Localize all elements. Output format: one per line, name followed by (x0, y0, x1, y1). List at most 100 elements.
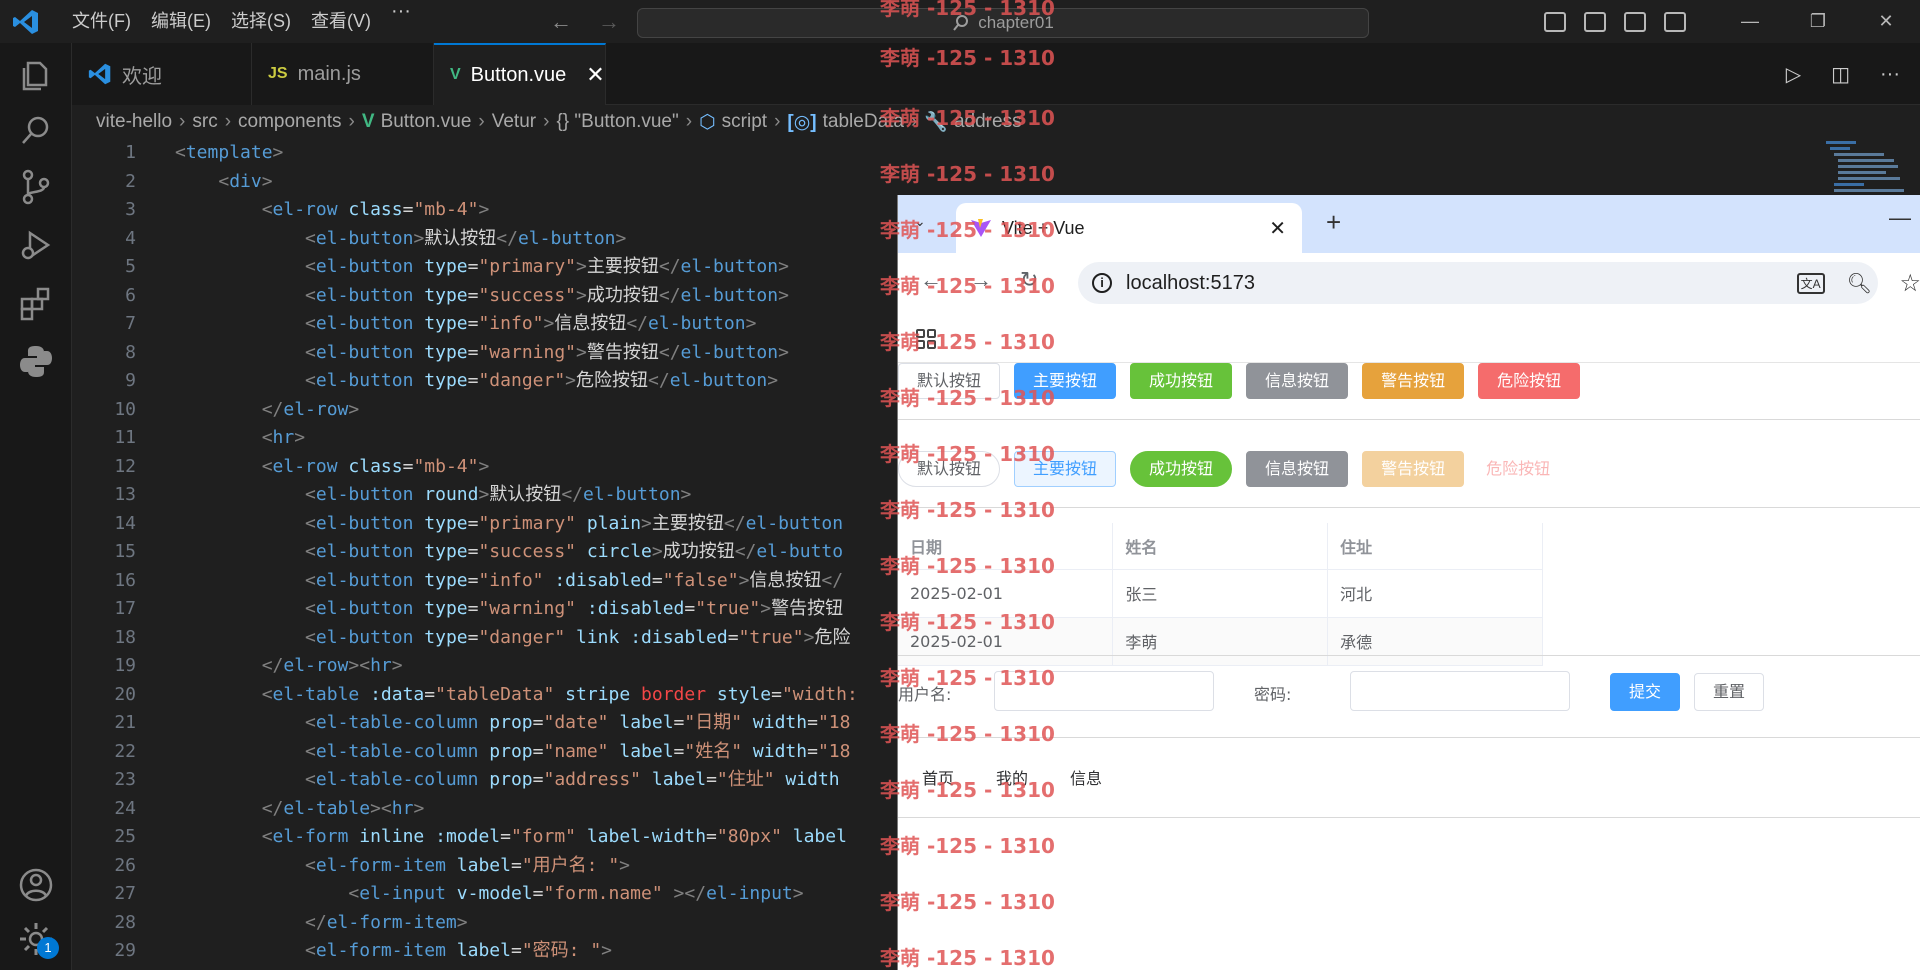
line-number: 2 (125, 170, 136, 192)
run-icon[interactable]: ▷ (1786, 62, 1801, 87)
module-icon: ⬡ (699, 111, 716, 133)
javascript-file-icon: JS (268, 65, 288, 82)
danger-button[interactable]: 危险按钮 (1478, 363, 1581, 399)
window-minimize-icon[interactable]: — (1716, 11, 1784, 32)
circle-success-button[interactable]: 成功按钮 (1130, 451, 1233, 487)
forward-arrow-icon[interactable]: → (598, 9, 620, 35)
info-button[interactable]: 信息按钮 (1246, 451, 1349, 487)
menu-file[interactable]: 文件(F) (62, 0, 141, 43)
line-number: 10 (114, 398, 136, 420)
vscode-icon (88, 63, 111, 85)
browser-minimize-icon[interactable]: — (1889, 205, 1911, 231)
tab-welcome[interactable]: 欢迎 (72, 43, 252, 105)
chevron-right-icon: › (774, 111, 781, 132)
menu-bar: 文件(F) 编辑(E) 选择(S) 查看(V) ··· (62, 0, 421, 43)
menu-selection[interactable]: 选择(S) (221, 0, 301, 43)
site-info-icon[interactable]: i (1092, 273, 1112, 293)
vscode-logo-icon (13, 9, 38, 34)
success-button[interactable]: 成功按钮 (1130, 363, 1233, 399)
watermark-text: 李萌 -125 - 1310 (880, 386, 1055, 410)
line-number: 15 (114, 541, 136, 562)
watermark-text: 李萌 -125 - 1310 (880, 218, 1055, 242)
tab-label: 欢迎 (122, 65, 162, 88)
divider (898, 817, 1920, 818)
warning-button[interactable]: 警告按钮 (1362, 363, 1465, 399)
line-number: 28 (114, 911, 136, 933)
watermark-text: 李萌 -125 - 1310 (880, 330, 1055, 354)
toggle-panel-icon[interactable] (1584, 11, 1606, 32)
line-number: 19 (114, 655, 136, 676)
submit-button[interactable]: 提交 (1610, 673, 1681, 711)
run-debug-icon[interactable] (16, 225, 56, 265)
reset-button[interactable]: 重置 (1694, 673, 1765, 711)
url-text: localhost:5173 (1126, 271, 1255, 294)
window-close-icon[interactable]: ✕ (1852, 11, 1920, 32)
table-header[interactable]: 住址 (1327, 523, 1543, 570)
bookmark-star-icon[interactable]: ☆ (1899, 269, 1920, 298)
browser-tab-close-icon[interactable]: ✕ (1269, 216, 1286, 241)
chevron-right-icon: › (224, 111, 232, 132)
chevron-right-icon: › (543, 111, 550, 132)
breadcrumb-item[interactable]: Vetur (492, 111, 536, 133)
translate-icon[interactable]: 文A (1796, 272, 1825, 294)
chevron-right-icon: › (685, 111, 693, 132)
extensions-icon[interactable] (16, 283, 56, 323)
menu-edit[interactable]: 编辑(E) (141, 0, 221, 43)
more-actions-icon[interactable]: ··· (1880, 63, 1900, 86)
table-cell: 张三 (1112, 569, 1329, 618)
line-number: 23 (114, 769, 136, 790)
disabled-warning-button: 警告按钮 (1362, 451, 1465, 487)
breadcrumb-item[interactable]: {} "Button.vue" (556, 111, 678, 133)
customize-layout-icon[interactable] (1664, 11, 1686, 32)
menu-item-info[interactable]: 信息 (1070, 759, 1102, 799)
breadcrumb-item[interactable]: ⬡ script (699, 111, 767, 134)
tab-main-js[interactable]: JS main.js (252, 43, 434, 105)
menu-more-icon[interactable]: ··· (381, 0, 421, 43)
table-header[interactable]: 姓名 (1112, 523, 1329, 570)
source-control-icon[interactable] (16, 167, 56, 207)
line-number: 27 (114, 883, 136, 904)
search-sidebar-icon[interactable] (16, 111, 56, 151)
title-bar-controls: — ❐ ✕ (1535, 0, 1920, 43)
window-restore-icon[interactable]: ❐ (1784, 11, 1852, 32)
line-number: 17 (114, 598, 136, 619)
python-icon[interactable] (16, 341, 56, 381)
password-input[interactable] (1350, 671, 1570, 711)
address-bar[interactable]: i localhost:5173 文A 🔍︎ (1078, 262, 1878, 304)
back-arrow-icon[interactable]: ← (550, 9, 572, 35)
table-cell: 承德 (1327, 617, 1543, 666)
watermark-text: 李萌 -125 - 1310 (880, 722, 1055, 746)
zoom-icon[interactable]: 🔍︎ (1847, 271, 1872, 296)
info-button[interactable]: 信息按钮 (1246, 363, 1349, 399)
split-editor-icon[interactable]: ◫ (1831, 62, 1850, 87)
line-number: 24 (114, 797, 136, 819)
breadcrumb-item[interactable]: vite-hello (96, 111, 172, 133)
menu-view[interactable]: 查看(V) (301, 0, 381, 43)
line-number: 20 (114, 683, 136, 705)
watermark-text: 李萌 -125 - 1310 (880, 666, 1055, 690)
toggle-secondary-sidebar-icon[interactable] (1624, 11, 1646, 32)
tab-close-icon[interactable]: ✕ (586, 62, 604, 88)
line-number: 29 (114, 940, 136, 961)
toggle-primary-sidebar-icon[interactable] (1544, 11, 1566, 32)
new-tab-icon[interactable]: + (1326, 207, 1341, 238)
watermark-text: 李萌 -125 - 1310 (880, 442, 1055, 466)
vue-file-icon: V (450, 66, 461, 83)
breadcrumb-item[interactable]: components (238, 111, 342, 133)
watermark-text: 李萌 -125 - 1310 (880, 778, 1055, 802)
watermark-text: 李萌 -125 - 1310 (880, 834, 1055, 858)
line-number: 8 (125, 341, 136, 363)
breadcrumb-item[interactable]: V Button.vue (362, 111, 472, 133)
watermark-text: 李萌 -125 - 1310 (880, 106, 1055, 130)
tab-button-vue[interactable]: V Button.vue ✕ (434, 43, 606, 105)
line-number: 4 (125, 227, 136, 249)
breadcrumb-item[interactable]: src (192, 111, 217, 133)
accounts-icon[interactable] (16, 865, 56, 905)
line-number: 25 (114, 826, 136, 847)
watermark-text: 李萌 -125 - 1310 (880, 946, 1055, 970)
table-cell: 李萌 (1112, 617, 1329, 666)
chevron-right-icon: › (348, 111, 355, 132)
divider (898, 655, 1920, 656)
watermark-text: 李萌 -125 - 1310 (880, 274, 1055, 298)
explorer-icon[interactable] (16, 55, 56, 95)
